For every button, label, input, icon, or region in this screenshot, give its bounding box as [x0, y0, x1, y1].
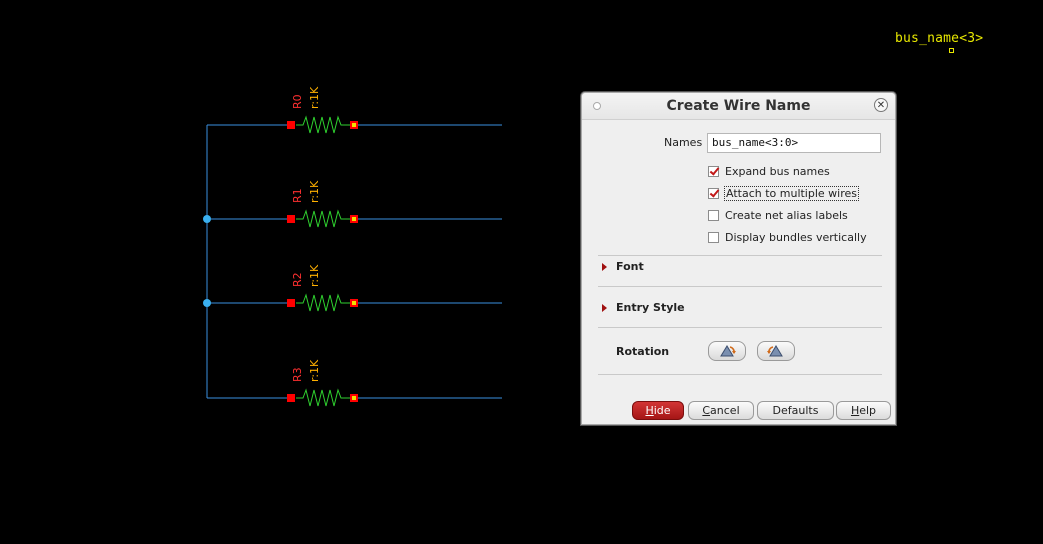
- resistor-name-label-2: R2: [291, 272, 304, 287]
- resistor-pin-highlight-3: [352, 396, 356, 400]
- create-net-alias-label: Create net alias labels: [725, 208, 848, 222]
- dialog-title: Create Wire Name: [666, 98, 811, 114]
- create-wire-name-dialog: Create Wire Name ✕ Names bus_name<3:0> E…: [581, 92, 896, 425]
- rotate-right-icon: [767, 345, 783, 357]
- names-label: Names: [664, 136, 703, 149]
- separator: [598, 255, 882, 256]
- attach-multiple-wires-checkbox[interactable]: [708, 187, 719, 199]
- resistor-symbol-0: [296, 115, 350, 134]
- hide-button[interactable]: Hide: [632, 401, 684, 420]
- rotate-right-button[interactable]: [757, 341, 795, 361]
- close-button[interactable]: ✕: [874, 98, 888, 112]
- resistor-name-label-0: R0: [291, 94, 304, 109]
- rotate-left-icon: [720, 345, 736, 357]
- cursor-anchor-mark: [949, 48, 954, 53]
- resistor-pin-left-0: [287, 121, 295, 129]
- cursor-wire-label: bus_name<3>: [895, 31, 984, 46]
- separator: [598, 286, 882, 287]
- expand-bus-names-label: Expand bus names: [725, 164, 830, 178]
- expand-bus-names-option[interactable]: Expand bus names: [708, 163, 830, 179]
- create-net-alias-option[interactable]: Create net alias labels: [708, 207, 848, 223]
- cancel-button[interactable]: Cancel: [688, 401, 754, 420]
- resistor-value-label-3: r:1K: [308, 359, 321, 382]
- rotate-left-button[interactable]: [708, 341, 746, 361]
- expand-triangle-icon: [602, 303, 607, 312]
- separator: [598, 327, 882, 328]
- display-bundles-checkbox[interactable]: [708, 231, 719, 243]
- separator: [598, 374, 882, 375]
- entry-style-section-label: Entry Style: [616, 301, 685, 314]
- resistor-name-label-1: R1: [291, 188, 304, 203]
- wire-junction-0: [203, 215, 211, 223]
- close-icon: ✕: [876, 100, 886, 111]
- font-section-toggle[interactable]: Font: [602, 260, 644, 273]
- resistor-pin-left-1: [287, 215, 295, 223]
- resistor-symbol-2: [296, 293, 350, 312]
- entry-style-section-toggle[interactable]: Entry Style: [602, 301, 685, 314]
- resistor-pin-highlight-1: [352, 217, 356, 221]
- display-bundles-label: Display bundles vertically: [725, 230, 867, 244]
- names-input[interactable]: bus_name<3:0>: [707, 133, 881, 153]
- resistor-pin-left-2: [287, 299, 295, 307]
- resistor-pin-highlight-0: [352, 123, 356, 127]
- resistor-name-label-3: R3: [291, 367, 304, 382]
- font-section-label: Font: [616, 260, 644, 273]
- resistor-symbol-1: [296, 209, 350, 228]
- display-bundles-option[interactable]: Display bundles vertically: [708, 229, 867, 245]
- help-button[interactable]: Help: [836, 401, 891, 420]
- rotation-label: Rotation: [616, 345, 670, 358]
- expand-triangle-icon: [602, 262, 607, 271]
- attach-multiple-wires-option[interactable]: Attach to multiple wires: [708, 185, 860, 201]
- wires-layer: [203, 124, 502, 399]
- expand-bus-names-checkbox[interactable]: [708, 165, 719, 177]
- resistor-symbol-3: [296, 388, 350, 407]
- resistor-value-label-0: r:1K: [308, 86, 321, 109]
- wire-junction-1: [203, 299, 211, 307]
- dialog-titlebar[interactable]: Create Wire Name ✕: [582, 93, 895, 120]
- resistors-layer: R0 r:1K R1 r:1K R2 r:1K R3 r:1K: [287, 86, 358, 407]
- resistor-pin-highlight-2: [352, 301, 356, 305]
- defaults-button[interactable]: Defaults: [757, 401, 834, 420]
- create-net-alias-checkbox[interactable]: [708, 209, 719, 221]
- resistor-pin-left-3: [287, 394, 295, 402]
- resistor-value-label-2: r:1K: [308, 264, 321, 287]
- attach-multiple-wires-label: Attach to multiple wires: [723, 185, 860, 201]
- resistor-value-label-1: r:1K: [308, 180, 321, 203]
